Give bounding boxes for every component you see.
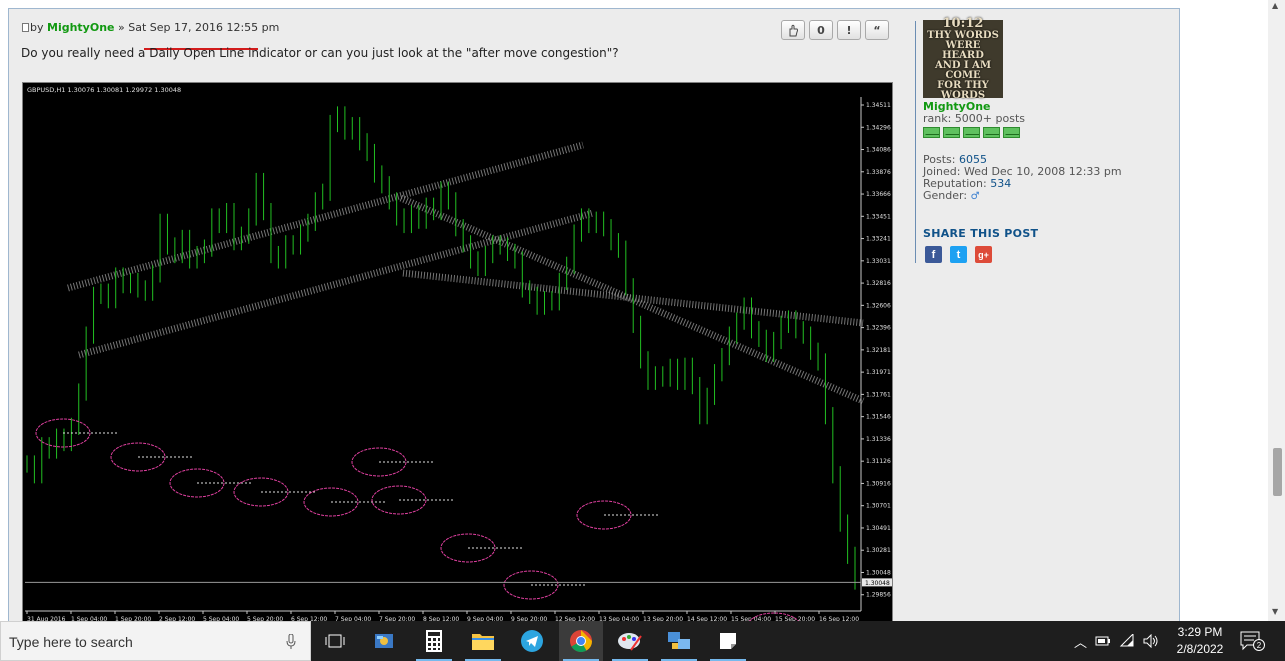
notification-count: 2 [1253, 639, 1265, 651]
rank-value: 5000+ posts [954, 112, 1026, 125]
share-title: SHARE THIS POST [923, 227, 1039, 240]
quote-button[interactable]: “ [865, 20, 889, 40]
notification-center-icon[interactable]: 2 [1240, 631, 1265, 651]
channel-band [67, 141, 584, 292]
rank-envelope-icon [943, 127, 960, 138]
rank-label: rank: [923, 112, 952, 125]
page-scrollbar[interactable]: ▲ ▼ [1268, 0, 1285, 621]
facebook-icon[interactable]: f [925, 246, 942, 263]
y-tick-label: 1.31126 [866, 458, 891, 465]
taskbar-search-box[interactable]: Type here to search [0, 621, 311, 661]
search-placeholder: Type here to search [9, 634, 133, 650]
y-tick-label: 1.30281 [866, 547, 891, 554]
y-tick-label: 1.32396 [866, 325, 891, 332]
browser-page: by MightyOne » Sat Sep 17, 2016 12:55 pm… [0, 0, 1285, 623]
y-tick-label: 1.31761 [866, 391, 891, 398]
by-label: by [30, 21, 44, 34]
y-tick-label: 1.30916 [866, 480, 891, 487]
y-tick-label: 1.34086 [866, 147, 891, 154]
taskbar: Type here to search ︿ 3:29 PM 2/8/2022 2 [0, 621, 1285, 661]
y-tick-label: 1.32606 [866, 302, 891, 309]
clock-date: 2/8/2022 [1176, 642, 1224, 656]
post-author-link[interactable]: MightyOne [47, 21, 115, 34]
taskbar-clock[interactable]: 3:29 PM 2/8/2022 [1172, 624, 1228, 658]
avatar[interactable]: 10:12 THY WORDS WERE HEARD AND I AM COME… [923, 16, 1003, 101]
y-tick-label: 1.33241 [866, 236, 891, 243]
battery-icon[interactable] [1095, 635, 1111, 647]
y-tick-label: 1.30491 [866, 525, 891, 532]
scroll-down-arrow-icon[interactable]: ▼ [1272, 607, 1278, 616]
y-tick-label: 1.34296 [866, 124, 891, 131]
y-tick-label: 1.34511 [866, 102, 891, 109]
post-buttons: 0 ! “ [781, 20, 889, 40]
microphone-icon[interactable] [286, 634, 296, 650]
y-tick-label: 1.33451 [866, 213, 891, 220]
system-tray: ︿ [1074, 621, 1159, 661]
avatar-line: FOR THY WORDS [937, 80, 989, 101]
rank-envelope-icon [923, 127, 940, 138]
price-chart: GBPUSD,H1 1.30076 1.30081 1.29972 1.3004… [22, 82, 893, 623]
y-tick-label: 1.31546 [866, 414, 891, 421]
scroll-thumb[interactable] [1273, 448, 1282, 496]
thanks-button[interactable] [781, 20, 805, 40]
current-price-label: 1.30048 [865, 580, 890, 587]
reputation-value: 534 [990, 177, 1012, 190]
profile-rank: rank: 5000+ posts [923, 113, 1122, 125]
avatar-line: WERE HEARD [942, 40, 984, 61]
post-body: Do you really need a Daily Open Line ind… [21, 46, 619, 60]
gender-label: Gender: [923, 189, 968, 202]
profile-divider [915, 21, 916, 263]
chart-title: GBPUSD,H1 1.30076 1.30081 1.29972 1.3004… [27, 86, 181, 94]
telegram-icon[interactable] [510, 621, 554, 661]
channel-band [78, 209, 594, 359]
rank-envelope-icon [983, 127, 1000, 138]
y-tick-label: 1.30701 [866, 503, 891, 510]
rank-envelope-icon [1003, 127, 1020, 138]
post-meta: by MightyOne » Sat Sep 17, 2016 12:55 pm [22, 21, 279, 34]
rank-icons [923, 127, 1122, 138]
twitter-icon[interactable]: t [950, 246, 967, 263]
y-tick-label: 1.33031 [866, 258, 891, 265]
volume-icon[interactable] [1143, 634, 1159, 648]
forum-post: by MightyOne » Sat Sep 17, 2016 12:55 pm… [8, 8, 1180, 623]
avatar-line: AND I AM COME [934, 60, 992, 81]
task-view-icon[interactable] [313, 621, 357, 661]
channel-band [399, 194, 865, 405]
scroll-up-arrow-icon[interactable]: ▲ [1272, 1, 1278, 10]
wifi-icon[interactable] [1119, 634, 1135, 648]
hand-icon [789, 24, 798, 36]
y-tick-label: 1.32181 [866, 347, 891, 354]
chevron-up-icon[interactable]: ︿ [1074, 632, 1087, 651]
google-plus-icon[interactable]: g+ [975, 246, 992, 263]
y-tick-label: 1.32816 [866, 280, 891, 287]
file-explorer-icon[interactable] [461, 621, 505, 661]
rank-envelope-icon [963, 127, 980, 138]
like-count-button[interactable]: 0 [809, 20, 833, 40]
control-panel-icon[interactable] [362, 621, 406, 661]
avatar-line: 10:12 [942, 16, 984, 31]
y-tick-label: 1.30048 [866, 569, 891, 576]
profile-gender: Gender: ♂ [923, 190, 1122, 203]
y-tick-label: 1.31336 [866, 436, 891, 443]
y-tick-label: 1.31971 [866, 369, 891, 376]
date-separator: » [118, 21, 125, 34]
network-app-icon[interactable] [657, 621, 701, 661]
y-tick-label: 1.33666 [866, 191, 891, 198]
report-button[interactable]: ! [837, 20, 861, 40]
profile-panel: MightyOne rank: 5000+ posts Posts: 6055 … [923, 101, 1122, 203]
y-tick-label: 1.33876 [866, 169, 891, 176]
chart-svg: GBPUSD,H1 1.30076 1.30081 1.29972 1.3004… [25, 86, 892, 622]
chrome-icon[interactable] [559, 621, 603, 661]
sticky-notes-icon[interactable] [706, 621, 750, 661]
share-icons: f t g+ [925, 246, 992, 263]
post-date: Sat Sep 17, 2016 12:55 pm [128, 21, 280, 34]
gender-male-icon: ♂ [970, 191, 980, 202]
post-icon [22, 23, 29, 32]
clock-time: 3:29 PM [1177, 625, 1223, 639]
paint-icon[interactable] [608, 621, 652, 661]
calculator-icon[interactable] [412, 621, 456, 661]
y-tick-label: 1.29856 [866, 592, 891, 599]
